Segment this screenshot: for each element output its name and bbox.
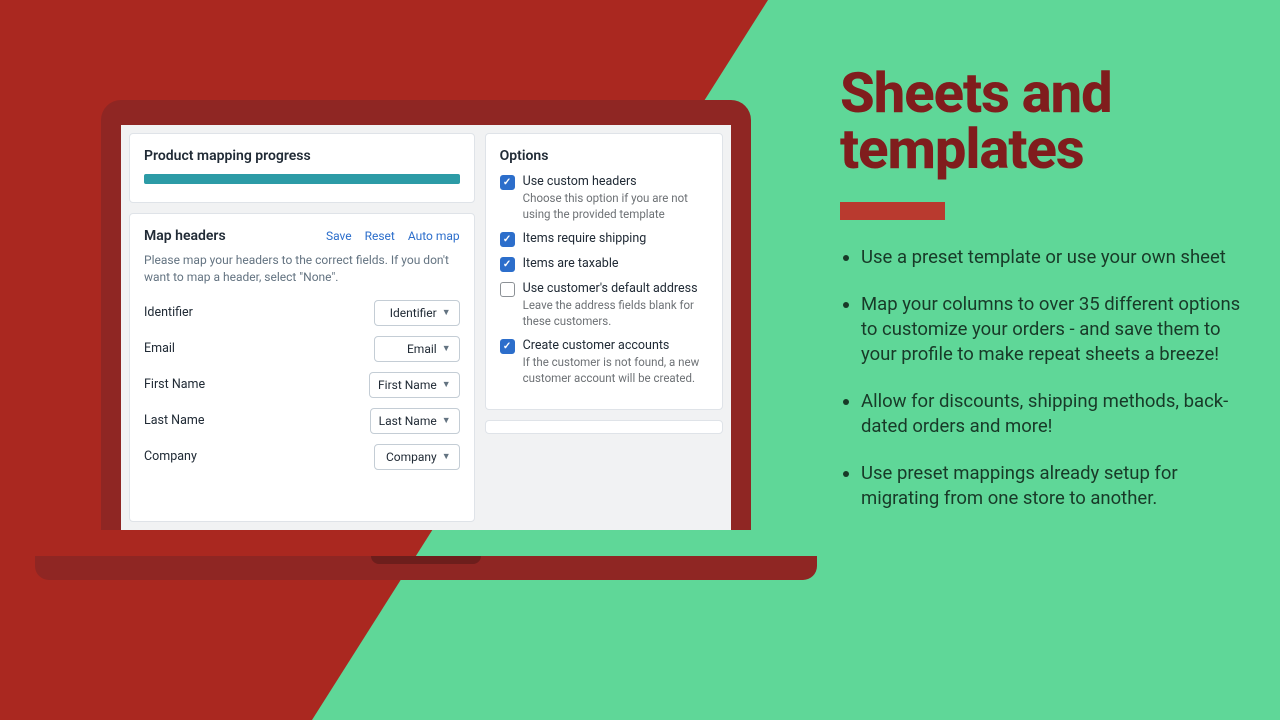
field-label: First Name: [144, 377, 205, 392]
option-row: Items require shipping: [500, 231, 708, 247]
field-row: Identifier Identifier▼: [144, 300, 460, 326]
reset-link[interactable]: Reset: [365, 229, 395, 243]
options-card: Options Use custom headers Choose this o…: [485, 133, 723, 410]
bullet-item: Allow for discounts, shipping methods, b…: [861, 389, 1250, 439]
option-desc: Leave the address fields blank for these…: [523, 298, 708, 329]
field-row: Email Email▼: [144, 336, 460, 362]
option-desc: Choose this option if you are not using …: [523, 191, 708, 222]
option-label: Use customer's default address: [523, 281, 708, 296]
checkbox-taxable[interactable]: [500, 257, 515, 272]
field-label: Company: [144, 449, 197, 464]
field-select-email[interactable]: Email▼: [374, 336, 460, 362]
caret-down-icon: ▼: [442, 415, 451, 426]
option-label: Use custom headers: [523, 174, 708, 189]
caret-down-icon: ▼: [442, 307, 451, 318]
progress-title: Product mapping progress: [144, 148, 460, 164]
field-label: Email: [144, 341, 175, 356]
field-label: Last Name: [144, 413, 204, 428]
option-desc: If the customer is not found, a new cust…: [523, 355, 708, 386]
laptop-mockup: Product mapping progress Map headers Sav…: [35, 100, 817, 580]
field-select-firstname[interactable]: First Name▼: [369, 372, 460, 398]
bullet-item: Map your columns to over 35 different op…: [861, 292, 1250, 367]
auto-map-link[interactable]: Auto map: [408, 229, 460, 243]
promo-bullets: Use a preset template or use your own sh…: [840, 245, 1250, 511]
option-label: Items are taxable: [523, 256, 708, 271]
option-row: Use customer's default address Leave the…: [500, 281, 708, 329]
map-help-text: Please map your headers to the correct f…: [144, 252, 460, 286]
field-select-company[interactable]: Company▼: [374, 444, 460, 470]
partial-card: [485, 420, 723, 434]
checkbox-default-address[interactable]: [500, 282, 515, 297]
checkbox-custom-headers[interactable]: [500, 175, 515, 190]
progress-bar: [144, 174, 460, 184]
save-link[interactable]: Save: [326, 229, 352, 243]
progress-card: Product mapping progress: [129, 133, 475, 203]
checkbox-create-accounts[interactable]: [500, 339, 515, 354]
field-label: Identifier: [144, 305, 193, 320]
promo-title: Sheets and templates: [840, 65, 1250, 177]
option-row: Items are taxable: [500, 256, 708, 272]
option-row: Create customer accounts If the customer…: [500, 338, 708, 386]
field-select-identifier[interactable]: Identifier▼: [374, 300, 460, 326]
bullet-item: Use a preset template or use your own sh…: [861, 245, 1250, 270]
option-label: Create customer accounts: [523, 338, 708, 353]
caret-down-icon: ▼: [442, 379, 451, 390]
caret-down-icon: ▼: [442, 343, 451, 354]
options-title: Options: [500, 148, 708, 164]
option-row: Use custom headers Choose this option if…: [500, 174, 708, 222]
field-row: Last Name Last Name▼: [144, 408, 460, 434]
map-headers-card: Map headers Save Reset Auto map Please m…: [129, 213, 475, 522]
bullet-item: Use preset mappings already setup for mi…: [861, 461, 1250, 511]
checkbox-require-shipping[interactable]: [500, 232, 515, 247]
field-row: Company Company▼: [144, 444, 460, 470]
field-select-lastname[interactable]: Last Name▼: [370, 408, 460, 434]
option-label: Items require shipping: [523, 231, 708, 246]
app-screen: Product mapping progress Map headers Sav…: [121, 125, 731, 530]
caret-down-icon: ▼: [442, 451, 451, 462]
field-row: First Name First Name▼: [144, 372, 460, 398]
promo-panel: Sheets and templates Use a preset templa…: [840, 65, 1250, 533]
map-title: Map headers: [144, 228, 226, 244]
title-divider: [840, 202, 945, 220]
